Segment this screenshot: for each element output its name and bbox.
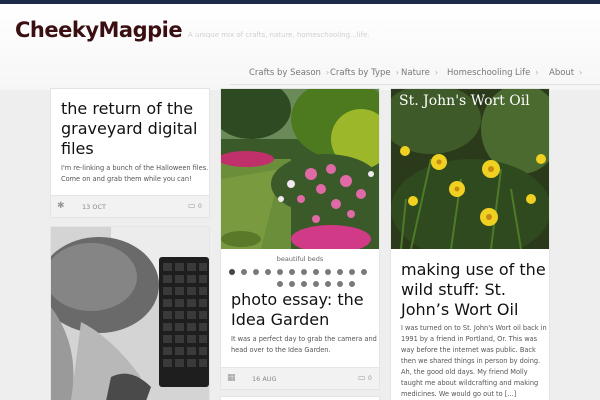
post-title[interactable]: photo essay: the Idea Garden <box>231 290 379 330</box>
pager-dot[interactable] <box>349 281 355 287</box>
comment-count[interactable]: 0 <box>198 203 202 210</box>
nav-item-homeschooling[interactable]: Homeschooling <box>447 68 513 78</box>
pager-dot[interactable] <box>289 269 295 275</box>
slide-caption: beautiful beds <box>276 255 324 263</box>
pager-dot[interactable] <box>241 269 247 275</box>
chevron-right-icon: › <box>579 68 583 77</box>
nav-item-label: Life <box>515 68 531 78</box>
nav-item-life[interactable]: Life › <box>515 68 539 78</box>
post-image-st-johns-wort[interactable] <box>391 89 550 249</box>
post-excerpt: It was a perfect day to grab the camera … <box>231 335 377 354</box>
pager-dot[interactable] <box>229 269 235 275</box>
nav-item-nature[interactable]: Nature › <box>401 68 438 78</box>
nav-item-label: Homeschooling <box>447 68 513 78</box>
pager-dot[interactable] <box>349 269 355 275</box>
nav-item-crafts-by-season[interactable]: Crafts by Season › <box>249 68 329 78</box>
post-card-desk <box>50 226 210 400</box>
post-excerpt: I'm re-linking a bunch of the Halloween … <box>61 164 209 183</box>
post-image-desk[interactable] <box>51 227 210 400</box>
nav-item-crafts-by-type[interactable]: Crafts by Type › <box>330 68 399 78</box>
chevron-right-icon: › <box>395 68 399 77</box>
post-footer: ✱ 13 OCT ▭ 0 <box>51 195 209 217</box>
nav-item-label: Crafts by Type <box>330 68 391 78</box>
gallery-icon: ▦ <box>227 373 236 383</box>
pager-dot[interactable] <box>325 281 331 287</box>
pager-dot[interactable] <box>313 281 319 287</box>
pager-dot[interactable] <box>361 269 367 275</box>
site-tagline: A unique mix of crafts, nature, homescho… <box>188 31 370 39</box>
pager-dot[interactable] <box>337 269 343 275</box>
pager-dot[interactable] <box>325 269 331 275</box>
slideshow-pager <box>221 269 379 289</box>
site-title[interactable]: CheekyMagpie <box>15 18 183 42</box>
comment-count[interactable]: 0 <box>368 375 372 382</box>
chevron-right-icon: › <box>325 68 330 77</box>
pager-dot[interactable] <box>277 281 283 287</box>
comment-icon[interactable]: ▭ <box>188 201 196 210</box>
asterisk-icon: ✱ <box>57 201 65 211</box>
post-date[interactable]: 16 AUG <box>252 375 277 383</box>
pager-dot[interactable] <box>301 269 307 275</box>
pager-dot[interactable] <box>313 269 319 275</box>
nav-item-label: Nature <box>401 68 430 78</box>
comment-icon[interactable]: ▭ <box>358 373 366 382</box>
post-excerpt: I was turned on to St. John's Wort oil b… <box>401 324 547 398</box>
nav-divider <box>230 84 600 85</box>
post-title[interactable]: making use of the wild stuff: St. John’s… <box>401 260 549 320</box>
nav-item-label: About <box>549 68 575 78</box>
nav-item-label: Crafts by Season <box>249 68 321 78</box>
image-overlay-title: St. John's Wort Oil <box>399 93 530 109</box>
post-footer: ▦ 16 AUG ▭ 0 <box>221 367 379 389</box>
post-card-idea-garden: beautiful beds photo essay: the Idea Gar… <box>220 88 380 390</box>
pager-dot[interactable] <box>289 281 295 287</box>
post-card-next <box>220 396 380 400</box>
nav-item-about[interactable]: About › <box>549 68 582 78</box>
pager-dot[interactable] <box>337 281 343 287</box>
chevron-right-icon: › <box>434 68 439 77</box>
chevron-right-icon: › <box>535 68 539 77</box>
pager-dot[interactable] <box>265 269 271 275</box>
pager-dot[interactable] <box>301 281 307 287</box>
post-title[interactable]: the return of the graveyard digital file… <box>61 99 209 159</box>
pager-dot[interactable] <box>277 269 283 275</box>
post-card-graveyard: the return of the graveyard digital file… <box>50 88 210 218</box>
post-date[interactable]: 13 OCT <box>82 203 106 211</box>
pager-dot[interactable] <box>253 269 259 275</box>
post-card-st-johns-wort: St. John's Wort Oil making use of the wi… <box>390 88 550 400</box>
post-image-garden[interactable] <box>221 89 380 249</box>
